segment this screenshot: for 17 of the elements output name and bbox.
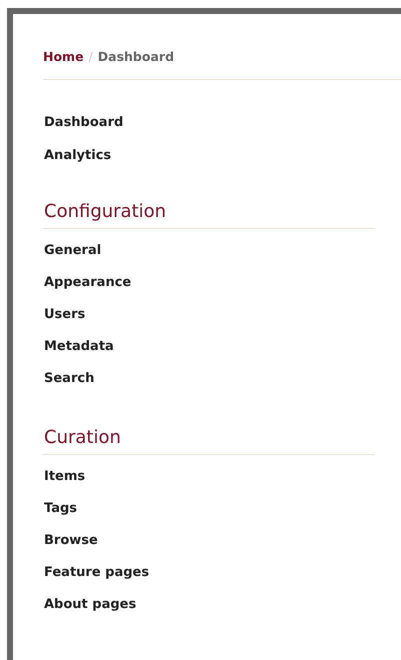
nav-link[interactable]: Feature pages [44,564,150,581]
nav-link[interactable]: Browse [44,532,98,549]
breadcrumb-link[interactable]: Home [43,48,84,67]
nav-link[interactable]: Appearance [44,274,132,291]
nav-link[interactable]: General [44,242,102,259]
nav-link[interactable]: Analytics [44,146,112,164]
section-heading: Configuration [43,200,166,224]
nav-link[interactable]: About pages [44,596,136,613]
nav-link[interactable]: Items [44,468,86,485]
nav-link[interactable]: Search [44,370,94,387]
breadcrumb-separator: / [88,48,93,66]
nav-link[interactable]: Users [44,306,86,323]
nav-link[interactable]: Tags [44,500,78,517]
breadcrumb-link[interactable]: Dashboard [98,48,174,67]
nav-link[interactable]: Metadata [44,338,114,355]
section-heading: Curation [43,426,121,450]
nav-link[interactable]: Dashboard [44,114,124,131]
